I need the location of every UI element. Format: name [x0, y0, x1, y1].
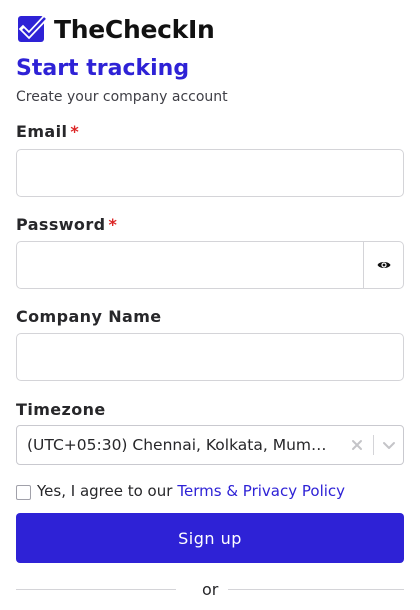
divider-line-left	[16, 589, 176, 590]
clear-icon[interactable]	[349, 437, 365, 453]
checkmark-logo-icon	[18, 14, 48, 42]
email-field[interactable]	[17, 150, 403, 196]
password-label: Password *	[16, 215, 117, 234]
or-divider: or	[16, 578, 404, 602]
toggle-password-visibility-button[interactable]	[363, 242, 403, 288]
password-label-text: Password	[16, 215, 106, 234]
email-label-text: Email	[16, 122, 68, 141]
company-name-field-box	[16, 333, 404, 381]
required-marker: *	[108, 215, 118, 234]
password-field[interactable]	[17, 242, 363, 288]
terms-agreement-text: Yes, I agree to our	[37, 482, 173, 500]
divider-line-right	[228, 589, 404, 590]
brand-logo: TheCheckIn	[18, 12, 215, 46]
timezone-label: Timezone	[16, 400, 106, 419]
brand-name: TheCheckIn	[54, 14, 215, 44]
divider-text: or	[202, 580, 219, 599]
eye-icon	[377, 262, 390, 268]
timezone-select[interactable]: (UTC+05:30) Chennai, Kolkata, Mumbai, Ne…	[16, 425, 404, 465]
required-marker: *	[70, 122, 80, 141]
email-label: Email *	[16, 122, 79, 141]
page-subtitle: Create your company account	[16, 89, 228, 105]
chevron-down-icon[interactable]	[381, 437, 397, 453]
email-field-box	[16, 149, 404, 197]
terms-agreement: Yes, I agree to our Terms & Privacy Poli…	[16, 480, 345, 502]
select-separator	[373, 435, 374, 455]
terms-checkbox[interactable]	[16, 484, 31, 500]
signup-button[interactable]: Sign up	[16, 513, 404, 563]
company-name-field[interactable]	[17, 334, 403, 380]
company-name-label: Company Name	[16, 307, 162, 326]
password-field-box	[16, 241, 404, 289]
timezone-selected-value: (UTC+05:30) Chennai, Kolkata, Mumbai, Ne…	[27, 436, 327, 454]
terms-privacy-link[interactable]: Terms & Privacy Policy	[177, 482, 345, 500]
page-title: Start tracking	[16, 56, 190, 81]
